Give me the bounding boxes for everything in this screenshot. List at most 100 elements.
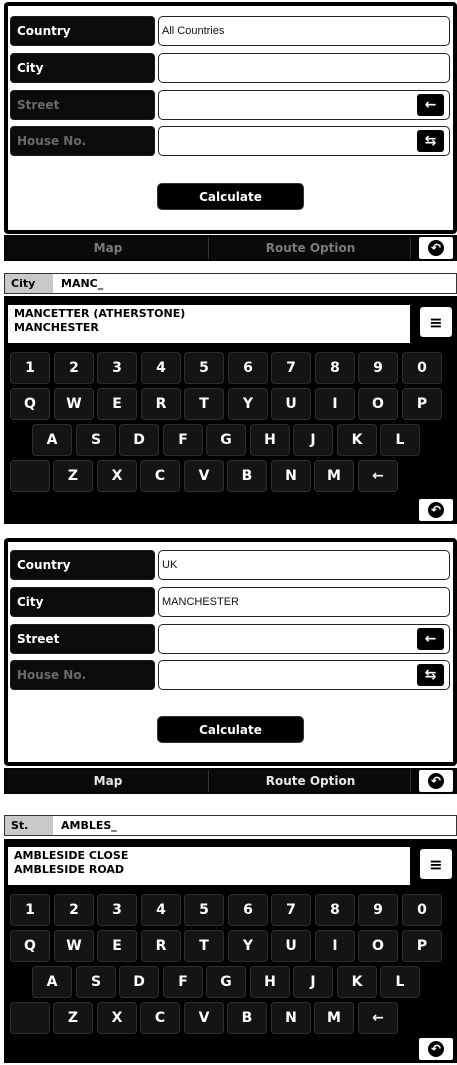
map-button[interactable]: Map bbox=[8, 237, 209, 259]
key-o[interactable]: O bbox=[358, 930, 398, 962]
key-e[interactable]: E bbox=[97, 930, 137, 962]
key-8[interactable]: 8 bbox=[315, 352, 355, 384]
key-p[interactable]: P bbox=[402, 930, 442, 962]
key-3[interactable]: 3 bbox=[97, 352, 137, 384]
key-b[interactable]: B bbox=[227, 460, 267, 492]
key-z[interactable]: Z bbox=[53, 1002, 93, 1034]
key-f[interactable]: F bbox=[163, 966, 203, 998]
key-j[interactable]: J bbox=[293, 424, 333, 456]
key-5[interactable]: 5 bbox=[184, 894, 224, 926]
street-clear-button[interactable]: ← bbox=[417, 94, 444, 116]
key-d[interactable]: D bbox=[119, 966, 159, 998]
route-option-button[interactable]: Route Option bbox=[211, 770, 411, 792]
scroll-down-button[interactable]: ≡ bbox=[420, 849, 452, 879]
key-a[interactable]: A bbox=[32, 966, 72, 998]
back-button[interactable]: ↶ bbox=[417, 497, 455, 523]
key-e[interactable]: E bbox=[97, 388, 137, 420]
suggestion-list[interactable]: AMBLESIDE CLOSE AMBLESIDE ROAD bbox=[8, 847, 410, 885]
route-option-button[interactable]: Route Option bbox=[211, 237, 411, 259]
key-s[interactable]: S bbox=[76, 424, 116, 456]
key-2[interactable]: 2 bbox=[54, 352, 94, 384]
suggestion-list[interactable]: MANCETTER (ATHERSTONE) MANCHESTER bbox=[8, 305, 410, 343]
key-y[interactable]: Y bbox=[228, 388, 268, 420]
key-a[interactable]: A bbox=[32, 424, 72, 456]
back-button[interactable]: ↶ bbox=[417, 235, 455, 261]
key-6[interactable]: 6 bbox=[228, 352, 268, 384]
city-field[interactable] bbox=[158, 53, 450, 83]
house-no-field[interactable] bbox=[158, 660, 450, 690]
key-y[interactable]: Y bbox=[228, 930, 268, 962]
key-w[interactable]: W bbox=[54, 930, 94, 962]
map-button[interactable]: Map bbox=[8, 770, 209, 792]
key-b[interactable]: B bbox=[227, 1002, 267, 1034]
key-t[interactable]: T bbox=[184, 930, 224, 962]
key-p[interactable]: P bbox=[402, 388, 442, 420]
key-j[interactable]: J bbox=[293, 966, 333, 998]
key-7[interactable]: 7 bbox=[271, 352, 311, 384]
key-k[interactable]: K bbox=[337, 966, 377, 998]
key-h[interactable]: H bbox=[250, 424, 290, 456]
key-f[interactable]: F bbox=[163, 424, 203, 456]
house-swap-button[interactable]: ⇆ bbox=[417, 664, 444, 686]
back-button[interactable]: ↶ bbox=[417, 768, 455, 794]
city-field[interactable]: MANCHESTER bbox=[158, 587, 450, 617]
key-n[interactable]: N bbox=[271, 1002, 311, 1034]
country-field[interactable]: UK bbox=[158, 550, 450, 580]
key-r[interactable]: R bbox=[141, 930, 181, 962]
house-no-field[interactable] bbox=[158, 126, 450, 156]
country-label[interactable]: Country bbox=[10, 550, 155, 580]
key-w[interactable]: W bbox=[54, 388, 94, 420]
house-no-label[interactable]: House No. bbox=[10, 126, 155, 156]
street-clear-button[interactable]: ← bbox=[417, 628, 444, 650]
key-1[interactable]: 1 bbox=[10, 352, 50, 384]
city-label[interactable]: City bbox=[10, 587, 155, 617]
key-z[interactable]: Z bbox=[53, 460, 93, 492]
backspace-key[interactable]: ← bbox=[358, 460, 398, 492]
key-0[interactable]: 0 bbox=[402, 894, 442, 926]
list-item[interactable]: MANCHESTER bbox=[14, 321, 404, 335]
key-d[interactable]: D bbox=[119, 424, 159, 456]
country-label[interactable]: Country bbox=[10, 16, 155, 46]
back-button[interactable]: ↶ bbox=[417, 1036, 455, 1062]
key-l[interactable]: L bbox=[380, 966, 420, 998]
key-v[interactable]: V bbox=[184, 460, 224, 492]
list-item[interactable]: AMBLESIDE ROAD bbox=[14, 863, 404, 877]
key-v[interactable]: V bbox=[184, 1002, 224, 1034]
house-no-label[interactable]: House No. bbox=[10, 660, 155, 690]
calculate-button[interactable]: Calculate bbox=[157, 183, 304, 210]
key-x[interactable]: X bbox=[97, 1002, 137, 1034]
key-3[interactable]: 3 bbox=[97, 894, 137, 926]
key-7[interactable]: 7 bbox=[271, 894, 311, 926]
house-swap-button[interactable]: ⇆ bbox=[417, 130, 444, 152]
list-item[interactable]: MANCETTER (ATHERSTONE) bbox=[14, 307, 404, 321]
key-k[interactable]: K bbox=[337, 424, 377, 456]
key-r[interactable]: R bbox=[141, 388, 181, 420]
key-q[interactable]: Q bbox=[10, 388, 50, 420]
street-input-bar[interactable]: St. AMBLES_ bbox=[4, 815, 457, 836]
key-8[interactable]: 8 bbox=[315, 894, 355, 926]
key-6[interactable]: 6 bbox=[228, 894, 268, 926]
shift-key[interactable] bbox=[10, 1002, 50, 1034]
street-label[interactable]: Street bbox=[10, 624, 155, 654]
key-s[interactable]: S bbox=[76, 966, 116, 998]
key-0[interactable]: 0 bbox=[402, 352, 442, 384]
key-u[interactable]: U bbox=[271, 930, 311, 962]
key-4[interactable]: 4 bbox=[141, 894, 181, 926]
key-o[interactable]: O bbox=[358, 388, 398, 420]
key-5[interactable]: 5 bbox=[184, 352, 224, 384]
key-4[interactable]: 4 bbox=[141, 352, 181, 384]
key-2[interactable]: 2 bbox=[54, 894, 94, 926]
scroll-down-button[interactable]: ≡ bbox=[420, 307, 452, 337]
key-h[interactable]: H bbox=[250, 966, 290, 998]
key-g[interactable]: G bbox=[206, 966, 246, 998]
street-field[interactable] bbox=[158, 90, 450, 120]
list-item[interactable]: AMBLESIDE CLOSE bbox=[14, 849, 404, 863]
street-label[interactable]: Street bbox=[10, 90, 155, 120]
key-9[interactable]: 9 bbox=[358, 894, 398, 926]
key-m[interactable]: M bbox=[314, 460, 354, 492]
key-n[interactable]: N bbox=[271, 460, 311, 492]
street-field[interactable] bbox=[158, 624, 450, 654]
country-field[interactable]: All Countries bbox=[158, 16, 450, 46]
key-1[interactable]: 1 bbox=[10, 894, 50, 926]
calculate-button[interactable]: Calculate bbox=[157, 716, 304, 743]
